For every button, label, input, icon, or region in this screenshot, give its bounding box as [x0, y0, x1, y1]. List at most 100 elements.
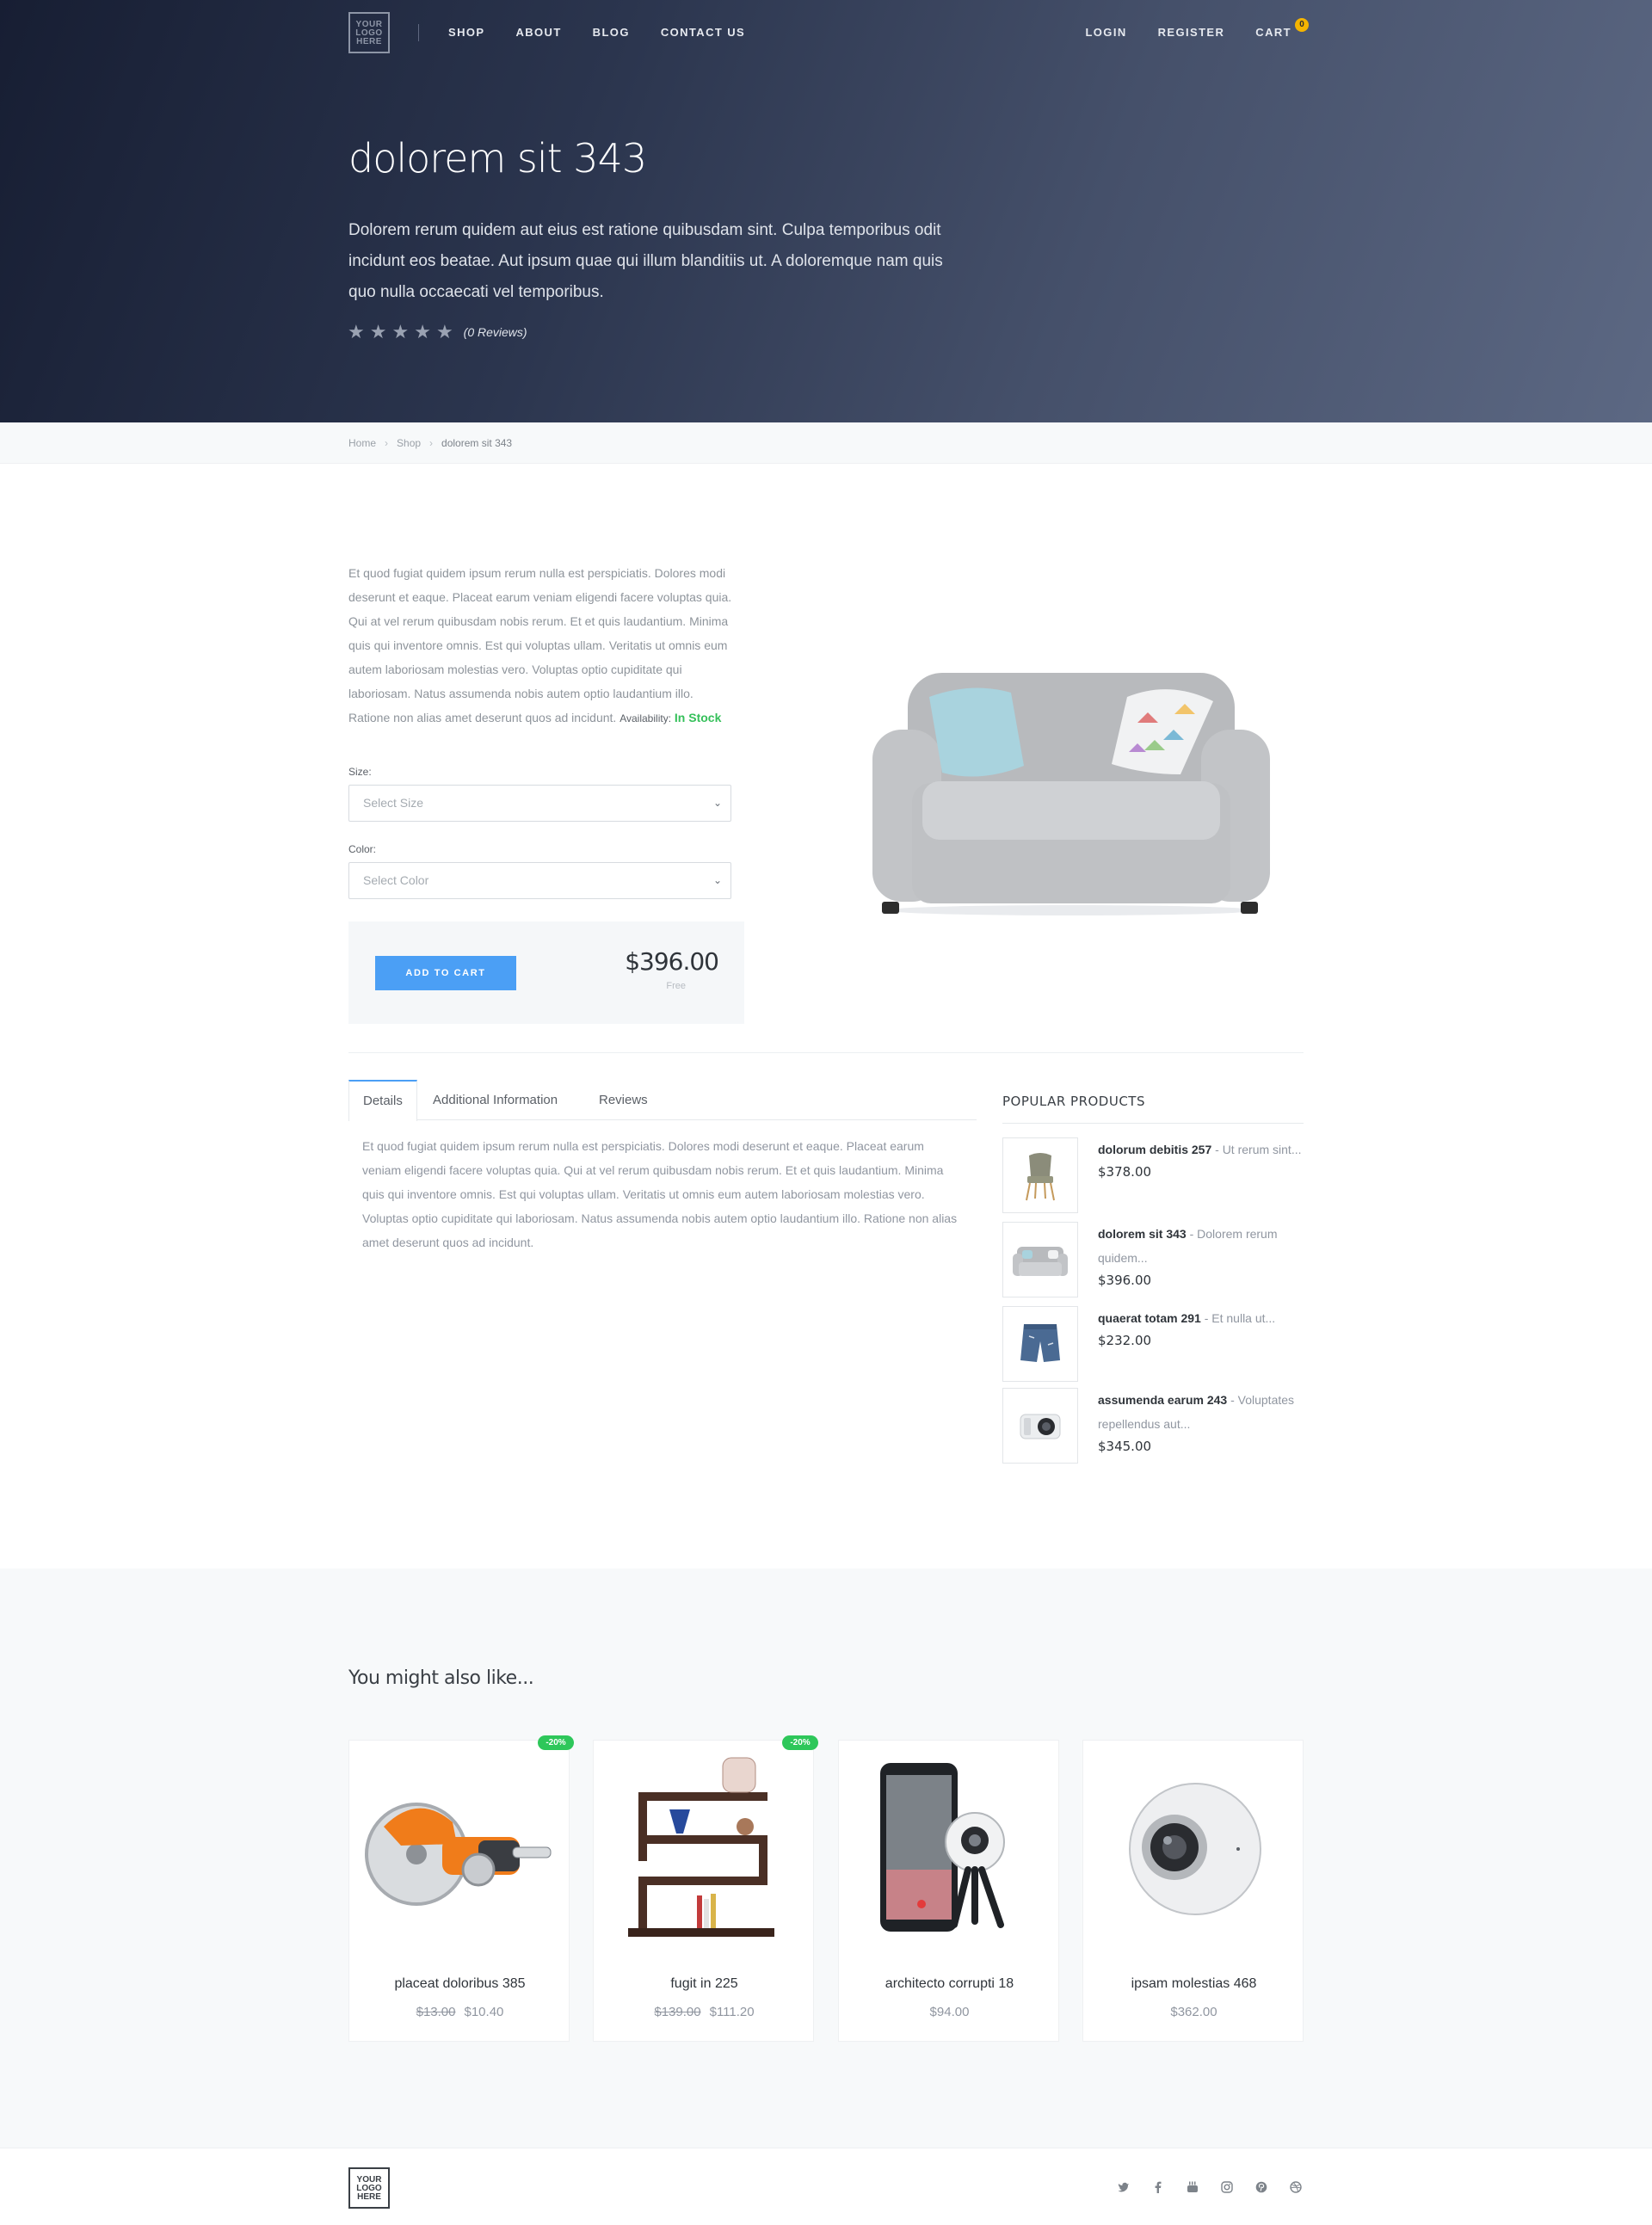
product-card-price: $139.00 $111.20 [594, 2004, 815, 2021]
register-link[interactable]: REGISTER [1158, 26, 1225, 40]
cart-label: CART [1255, 26, 1291, 39]
nav-links: SHOP ABOUT BLOG CONTACT US [448, 26, 745, 40]
top-nav: YOUR LOGO HERE SHOP ABOUT BLOG CONTACT U… [348, 12, 1309, 53]
product-image [860, 663, 1282, 921]
nav-link-blog[interactable]: BLOG [593, 26, 630, 40]
chevron-down-icon: ⌄ [712, 797, 722, 809]
color-label: Color: [348, 843, 377, 855]
popular-product-name[interactable]: dolorum debitis 257 [1098, 1143, 1211, 1156]
product-card-name[interactable]: architecto corrupti 18 [839, 1975, 1060, 1993]
related-products-section [0, 1569, 1652, 2148]
old-price: $139.00 [654, 2005, 701, 2019]
popular-product-text: dolorum debitis 257 - Ut rerum sint... $… [1098, 1137, 1304, 1182]
popular-product-text: dolorem sit 343 - Dolorem rerum quidem..… [1098, 1222, 1304, 1291]
saw-icon[interactable] [349, 1741, 570, 1956]
product-card-name[interactable]: placeat doloribus 385 [349, 1975, 570, 1993]
sofa-icon [872, 673, 1270, 915]
logo-line: HERE [357, 2192, 381, 2202]
star-icon: ★ [414, 321, 431, 342]
nav-divider [418, 24, 419, 41]
purchase-box: ADD TO CART $396.00 Free [348, 921, 744, 1024]
nav-link-shop[interactable]: SHOP [448, 26, 484, 40]
related-products-heading: You might also like... [348, 1667, 534, 1689]
size-select[interactable]: Select Size ⌄ [348, 785, 731, 822]
cart-count-badge: 0 [1295, 18, 1309, 32]
shipping-note: Free [666, 981, 686, 991]
sofa-icon[interactable] [1002, 1222, 1078, 1297]
shorts-icon[interactable] [1002, 1306, 1078, 1382]
tab-additional-information[interactable]: Additional Information [433, 1080, 558, 1120]
footer-logo[interactable]: YOUR LOGO HERE [348, 2167, 390, 2209]
chevron-right-icon: › [385, 437, 389, 449]
product-tabs: Details Additional Information Reviews [348, 1080, 977, 1121]
page-title: dolorem sit 343 [348, 135, 647, 182]
product-description-text: Et quod fugiat quidem ipsum rerum nulla … [348, 566, 732, 724]
popular-product-name[interactable]: dolorem sit 343 [1098, 1227, 1187, 1241]
instagram-icon[interactable] [1219, 2179, 1235, 2195]
facebook-icon[interactable] [1150, 2179, 1166, 2195]
rating: ★ ★ ★ ★ ★ (0 Reviews) [348, 322, 527, 342]
pinterest-icon[interactable] [1254, 2179, 1269, 2195]
logo-line: HERE [356, 37, 382, 46]
current-price: $362.00 [1170, 2005, 1217, 2019]
popular-product-item[interactable]: dolorum debitis 257 - Ut rerum sint... $… [1002, 1137, 1304, 1215]
tab-reviews[interactable]: Reviews [599, 1080, 648, 1120]
footer: YOUR LOGO HERE [0, 2148, 1652, 2225]
popular-product-item[interactable]: quaerat totam 291 - Et nulla ut... $232.… [1002, 1306, 1304, 1384]
popular-product-price: $378.00 [1098, 1164, 1152, 1180]
breadcrumb-home[interactable]: Home [348, 437, 376, 449]
breadcrumb: Home › Shop › dolorem sit 343 [348, 437, 512, 449]
reviews-count[interactable]: (0 Reviews) [464, 322, 527, 342]
star-icon: ★ [435, 321, 453, 342]
nav-link-contact[interactable]: CONTACT US [661, 26, 745, 40]
section-divider [348, 1052, 1304, 1053]
current-price: $111.20 [709, 2005, 755, 2019]
chevron-right-icon: › [429, 437, 434, 449]
popular-product-text: quaerat totam 291 - Et nulla ut... $232.… [1098, 1306, 1304, 1351]
chair-icon[interactable] [1002, 1137, 1078, 1213]
popular-product-excerpt: - Ut rerum sint... [1211, 1143, 1302, 1156]
popular-product-excerpt: - Et nulla ut... [1200, 1311, 1276, 1325]
popular-products-heading: POPULAR PRODUCTS [1002, 1093, 1304, 1124]
camera-icon[interactable] [1002, 1388, 1078, 1464]
popular-product-price: $396.00 [1098, 1273, 1152, 1288]
twitter-icon[interactable] [1116, 2179, 1131, 2195]
product-card-name[interactable]: ipsam molestias 468 [1083, 1975, 1304, 1993]
popular-product-item[interactable]: assumenda earum 243 - Voluptates repelle… [1002, 1388, 1304, 1465]
product-card-price: $94.00 [839, 2004, 1060, 2021]
color-select-value: Select Color [363, 873, 429, 887]
product-card-name[interactable]: fugit in 225 [594, 1975, 815, 1993]
popular-product-price: $345.00 [1098, 1439, 1152, 1454]
product-card[interactable]: ipsam molestias 468 $362.00 [1082, 1740, 1304, 2042]
phone-camera-icon[interactable] [839, 1741, 1060, 1956]
color-select[interactable]: Select Color ⌄ [348, 862, 731, 899]
product-description: Et quod fugiat quidem ipsum rerum nulla … [348, 561, 736, 730]
cart-link[interactable]: CART 0 [1255, 18, 1309, 40]
chevron-down-icon: ⌄ [712, 874, 722, 886]
breadcrumb-shop[interactable]: Shop [397, 437, 421, 449]
product-card-price: $13.00 $10.40 [349, 2004, 570, 2021]
popular-product-name[interactable]: assumenda earum 243 [1098, 1393, 1227, 1407]
login-link[interactable]: LOGIN [1085, 26, 1126, 40]
tab-details[interactable]: Details [348, 1080, 417, 1121]
product-card[interactable]: -20% fugit in 225 $139.00 $111.20 [593, 1735, 818, 2042]
logo[interactable]: YOUR LOGO HERE [348, 12, 390, 53]
youtube-icon[interactable] [1185, 2179, 1200, 2195]
popular-product-name[interactable]: quaerat totam 291 [1098, 1311, 1201, 1325]
nav-link-about[interactable]: ABOUT [515, 26, 561, 40]
360-camera-icon[interactable] [1083, 1741, 1304, 1956]
product-card[interactable]: -20% placeat doloribus 385 $13.00 $10.40 [348, 1735, 574, 2042]
breadcrumb-bar: Home › Shop › dolorem sit 343 [0, 422, 1652, 464]
breadcrumb-current: dolorem sit 343 [441, 437, 513, 449]
popular-product-text: assumenda earum 243 - Voluptates repelle… [1098, 1388, 1304, 1457]
product-card-price: $362.00 [1083, 2004, 1304, 2021]
add-to-cart-button[interactable]: ADD TO CART [375, 956, 516, 990]
popular-product-item[interactable]: dolorem sit 343 - Dolorem rerum quidem..… [1002, 1222, 1304, 1299]
dribbble-icon[interactable] [1288, 2179, 1304, 2195]
social-links [1116, 2179, 1304, 2195]
shelf-icon[interactable] [594, 1741, 815, 1956]
star-icon: ★ [369, 321, 387, 342]
tab-details-content: Et quod fugiat quidem ipsum rerum nulla … [362, 1139, 958, 1249]
size-label: Size: [348, 766, 372, 778]
product-card[interactable]: architecto corrupti 18 $94.00 [838, 1740, 1059, 2042]
